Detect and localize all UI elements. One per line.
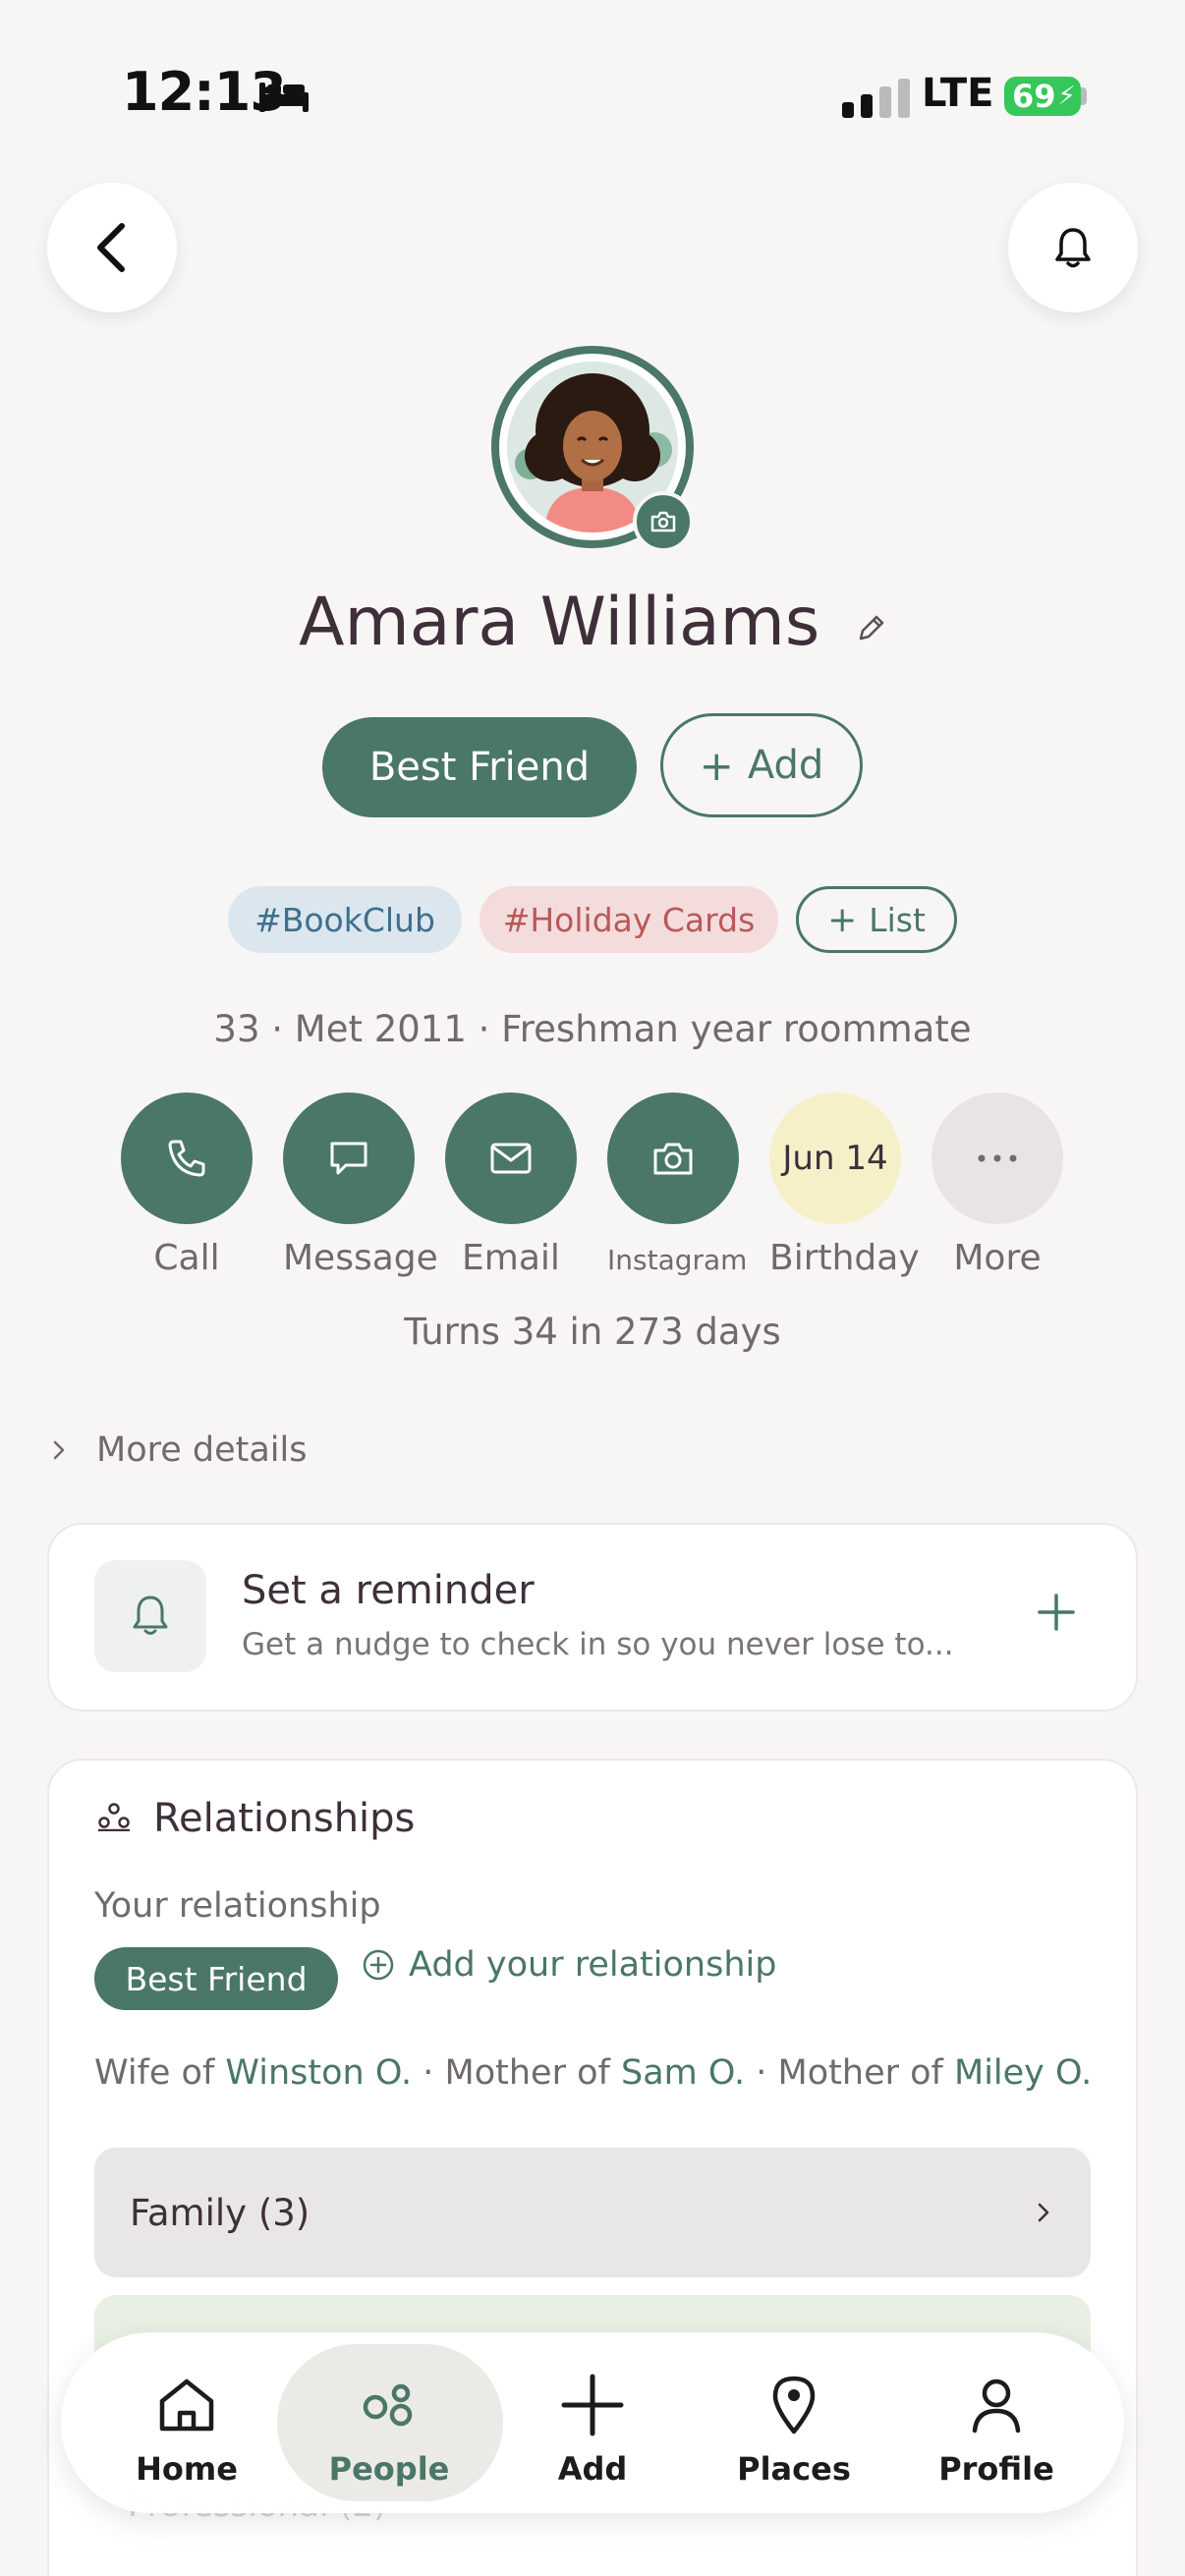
pencil-icon bbox=[859, 615, 884, 641]
add-badge-button[interactable]: + Add bbox=[660, 713, 863, 817]
nav-places[interactable]: Places bbox=[705, 2370, 882, 2488]
chevron-right-icon bbox=[1038, 2203, 1049, 2222]
nav-places-label: Places bbox=[737, 2450, 851, 2488]
battery-level: 69 bbox=[1012, 78, 1056, 115]
relation-prefix: Mother of bbox=[444, 2053, 610, 2093]
change-photo-button[interactable] bbox=[633, 491, 694, 552]
more-action[interactable]: More bbox=[931, 1092, 1063, 1278]
relationships-icon bbox=[96, 1802, 132, 1835]
reminder-title: Set a reminder bbox=[242, 1568, 535, 1613]
tag-holiday-cards[interactable]: #Holiday Cards bbox=[480, 886, 778, 953]
relation-prefix: Mother of bbox=[777, 2053, 943, 2093]
contact-meta: 33 · Met 2011 · Freshman year roommate bbox=[213, 1008, 972, 1050]
add-list-button[interactable]: + List bbox=[796, 886, 957, 953]
add-reminder-button[interactable] bbox=[1036, 1592, 1077, 1637]
family-group-label: Family (3) bbox=[130, 2191, 310, 2234]
relation-link-sam[interactable]: Sam O. bbox=[621, 2053, 745, 2093]
add-badge-label: Add bbox=[747, 743, 824, 788]
birthday-label: Birthday bbox=[769, 1238, 920, 1278]
camera-icon bbox=[653, 1143, 693, 1175]
nav-profile-label: Profile bbox=[938, 2450, 1054, 2488]
reminder-subtitle: Get a nudge to check in so you never los… bbox=[242, 1627, 954, 1662]
relationship-badge-button[interactable]: Best Friend bbox=[322, 717, 637, 817]
nav-home-label: Home bbox=[136, 2450, 238, 2488]
add-relationship-button[interactable]: Add your relationship bbox=[362, 1945, 776, 1985]
birthday-action[interactable]: Jun 14 Birthday bbox=[769, 1092, 920, 1278]
instagram-action[interactable]: Instagram bbox=[607, 1092, 748, 1276]
ellipsis-icon bbox=[978, 1154, 1017, 1162]
relation-separator: · bbox=[756, 2053, 767, 2093]
person-icon bbox=[972, 2379, 1021, 2434]
tag-bookclub[interactable]: #BookClub bbox=[228, 886, 462, 953]
bell-icon bbox=[1055, 228, 1091, 268]
relationships-title: Relationships bbox=[153, 1796, 416, 1841]
sleep-focus-icon bbox=[257, 77, 310, 118]
message-action[interactable]: Message bbox=[283, 1092, 438, 1278]
contact-name-text: Amara Williams bbox=[299, 583, 820, 661]
email-label: Email bbox=[462, 1238, 560, 1278]
instagram-label: Instagram bbox=[607, 1244, 748, 1276]
relation-link-miley[interactable]: Miley O. bbox=[954, 2053, 1092, 2093]
phone-icon bbox=[168, 1140, 205, 1177]
nav-people-label: People bbox=[328, 2450, 450, 2488]
contact-name: Amara Williams bbox=[0, 580, 1185, 661]
email-action[interactable]: Email bbox=[445, 1092, 577, 1278]
reminder-card[interactable] bbox=[47, 1523, 1138, 1711]
relations-line: Wife of Winston O. · Mother of Sam O. · … bbox=[94, 2053, 1092, 2093]
call-label: Call bbox=[153, 1238, 220, 1278]
people-icon bbox=[363, 2383, 413, 2427]
edit-name-button[interactable] bbox=[855, 584, 886, 661]
more-details-label: More details bbox=[96, 1430, 308, 1470]
nav-home[interactable]: Home bbox=[98, 2370, 275, 2488]
camera-icon bbox=[650, 511, 676, 532]
birthday-date: Jun 14 bbox=[769, 1092, 901, 1224]
back-button[interactable] bbox=[47, 183, 177, 312]
birthday-countdown: Turns 34 in 273 days bbox=[404, 1311, 781, 1353]
more-details-toggle[interactable]: More details bbox=[51, 1430, 308, 1470]
your-relationship-label: Your relationship bbox=[94, 1886, 381, 1926]
nav-people[interactable]: People bbox=[301, 2370, 478, 2488]
plus-icon: + bbox=[699, 741, 734, 790]
cellular-signal-icon bbox=[842, 79, 910, 118]
family-group-row[interactable]: Family (3) bbox=[94, 2148, 1091, 2277]
reminder-icon-box bbox=[94, 1560, 206, 1672]
relation-link-winston[interactable]: Winston O. bbox=[225, 2053, 412, 2093]
battery-cap bbox=[1081, 87, 1087, 105]
relation-separator: · bbox=[423, 2053, 434, 2093]
charging-bolt-icon: ⚡ bbox=[1057, 82, 1076, 111]
add-relationship-label: Add your relationship bbox=[409, 1945, 777, 1985]
message-label: Message bbox=[283, 1238, 438, 1278]
mail-icon bbox=[490, 1143, 532, 1174]
notifications-button[interactable] bbox=[1008, 183, 1138, 312]
plus-icon bbox=[1038, 1594, 1075, 1631]
message-icon bbox=[330, 1142, 367, 1175]
nav-add-label: Add bbox=[557, 2450, 628, 2488]
home-icon bbox=[159, 2379, 214, 2432]
nav-profile[interactable]: Profile bbox=[908, 2370, 1085, 2488]
chevron-right-icon bbox=[53, 1440, 65, 1460]
plus-icon bbox=[561, 2374, 624, 2436]
chevron-left-icon bbox=[97, 223, 125, 272]
plus-icon: + bbox=[827, 899, 858, 940]
battery-indicator: 69 ⚡ bbox=[1004, 77, 1081, 116]
location-pin-icon bbox=[772, 2376, 816, 2435]
call-action[interactable]: Call bbox=[121, 1092, 253, 1278]
relation-prefix: Wife of bbox=[94, 2053, 215, 2093]
more-label: More bbox=[953, 1238, 1042, 1278]
your-relationship-badge[interactable]: Best Friend bbox=[94, 1947, 338, 2010]
add-list-label: List bbox=[869, 900, 926, 939]
network-type: LTE bbox=[922, 71, 994, 116]
nav-add[interactable]: Add bbox=[504, 2370, 681, 2488]
plus-circle-icon bbox=[363, 1949, 394, 1981]
bell-icon bbox=[133, 1596, 168, 1635]
